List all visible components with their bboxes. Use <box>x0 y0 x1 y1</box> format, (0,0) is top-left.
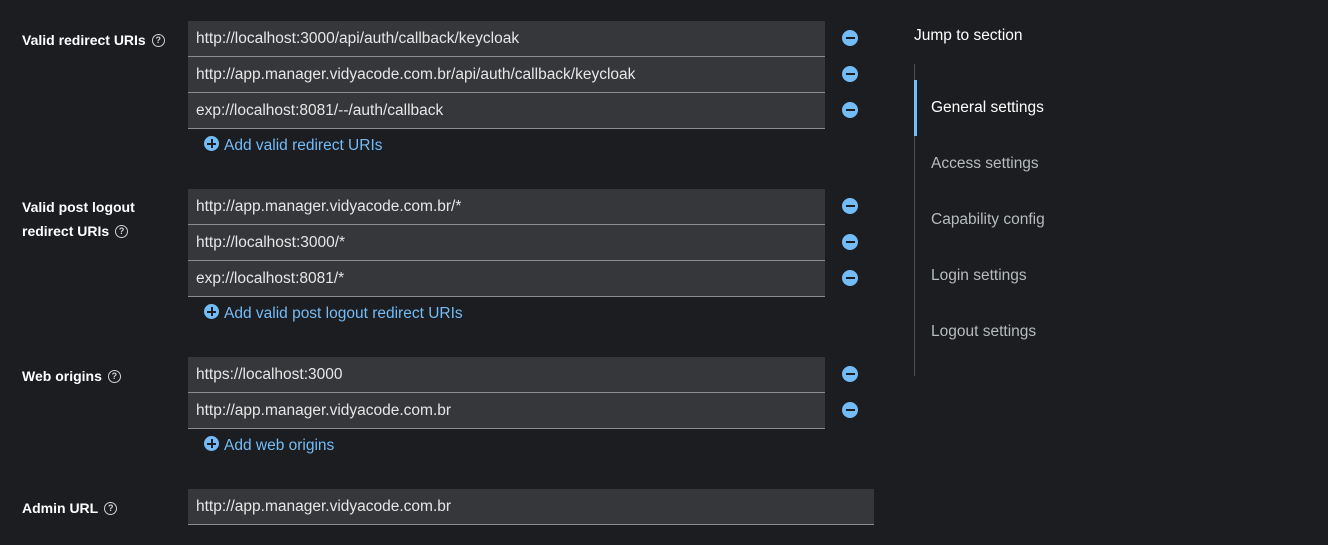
admin-url-input[interactable]: http://app.manager.vidyacode.com.br <box>188 489 874 525</box>
valid-redirect-uris-label: Valid redirect URIs? <box>22 28 165 52</box>
add-post-logout-uri-button[interactable]: Add valid post logout redirect URIs <box>204 304 463 324</box>
post-logout-uri-input[interactable]: exp://localhost:8081/* <box>188 261 825 297</box>
remove-post-logout-uri-icon[interactable] <box>842 198 858 214</box>
remove-post-logout-uri-icon[interactable] <box>842 234 858 250</box>
remove-redirect-uri-icon[interactable] <box>842 102 858 118</box>
redirect-uri-input[interactable]: exp://localhost:8081/--/auth/callback <box>188 93 825 129</box>
valid-redirect-uris-label-text: Valid redirect URIs <box>22 32 146 48</box>
active-indicator <box>914 80 917 136</box>
client-settings-page: Valid redirect URIs? http://localhost:30… <box>0 0 1328 545</box>
web-origin-input[interactable]: http://app.manager.vidyacode.com.br <box>188 393 825 429</box>
plus-circle-icon <box>204 436 219 452</box>
plus-circle-icon <box>204 304 219 320</box>
web-origins-label: Web origins? <box>22 364 121 388</box>
remove-web-origin-icon[interactable] <box>842 366 858 382</box>
redirect-uri-input[interactable]: http://app.manager.vidyacode.com.br/api/… <box>188 57 825 93</box>
help-icon[interactable]: ? <box>115 224 129 238</box>
add-redirect-uri-label: Add valid redirect URIs <box>224 137 383 154</box>
help-icon[interactable]: ? <box>107 369 121 383</box>
remove-post-logout-uri-icon[interactable] <box>842 270 858 286</box>
remove-redirect-uri-icon[interactable] <box>842 66 858 82</box>
plus-circle-icon <box>204 136 219 152</box>
post-logout-label-line2: redirect URIs <box>22 223 110 239</box>
admin-url-label-text: Admin URL <box>22 500 99 516</box>
jump-item-general-settings[interactable]: General settings <box>931 97 1044 119</box>
web-origins-label-text: Web origins <box>22 368 102 384</box>
jump-item-access-settings[interactable]: Access settings <box>931 153 1039 175</box>
jump-to-section-title: Jump to section <box>914 27 1023 44</box>
jump-item-login-settings[interactable]: Login settings <box>931 265 1027 287</box>
add-redirect-uri-button[interactable]: Add valid redirect URIs <box>204 136 383 156</box>
jump-item-capability-config[interactable]: Capability config <box>931 209 1045 231</box>
add-web-origin-button[interactable]: Add web origins <box>204 436 334 456</box>
jump-to-section-nav: General settings Access settings Capabil… <box>914 64 1174 376</box>
remove-web-origin-icon[interactable] <box>842 402 858 418</box>
help-icon[interactable]: ? <box>151 33 165 47</box>
post-logout-uri-input[interactable]: http://localhost:3000/* <box>188 225 825 261</box>
jump-item-logout-settings[interactable]: Logout settings <box>931 321 1036 343</box>
redirect-uri-input[interactable]: http://localhost:3000/api/auth/callback/… <box>188 21 825 57</box>
help-icon[interactable]: ? <box>104 501 118 515</box>
post-logout-uri-input[interactable]: http://app.manager.vidyacode.com.br/* <box>188 189 825 225</box>
remove-redirect-uri-icon[interactable] <box>842 30 858 46</box>
admin-url-label: Admin URL? <box>22 496 118 520</box>
post-logout-label-line1: Valid post logout <box>22 199 135 215</box>
web-origin-input[interactable]: https://localhost:3000 <box>188 357 825 393</box>
post-logout-redirect-uris-label: Valid post logout redirect URIs? <box>22 195 135 243</box>
add-post-logout-uri-label: Add valid post logout redirect URIs <box>224 305 463 322</box>
add-web-origin-label: Add web origins <box>224 437 335 454</box>
